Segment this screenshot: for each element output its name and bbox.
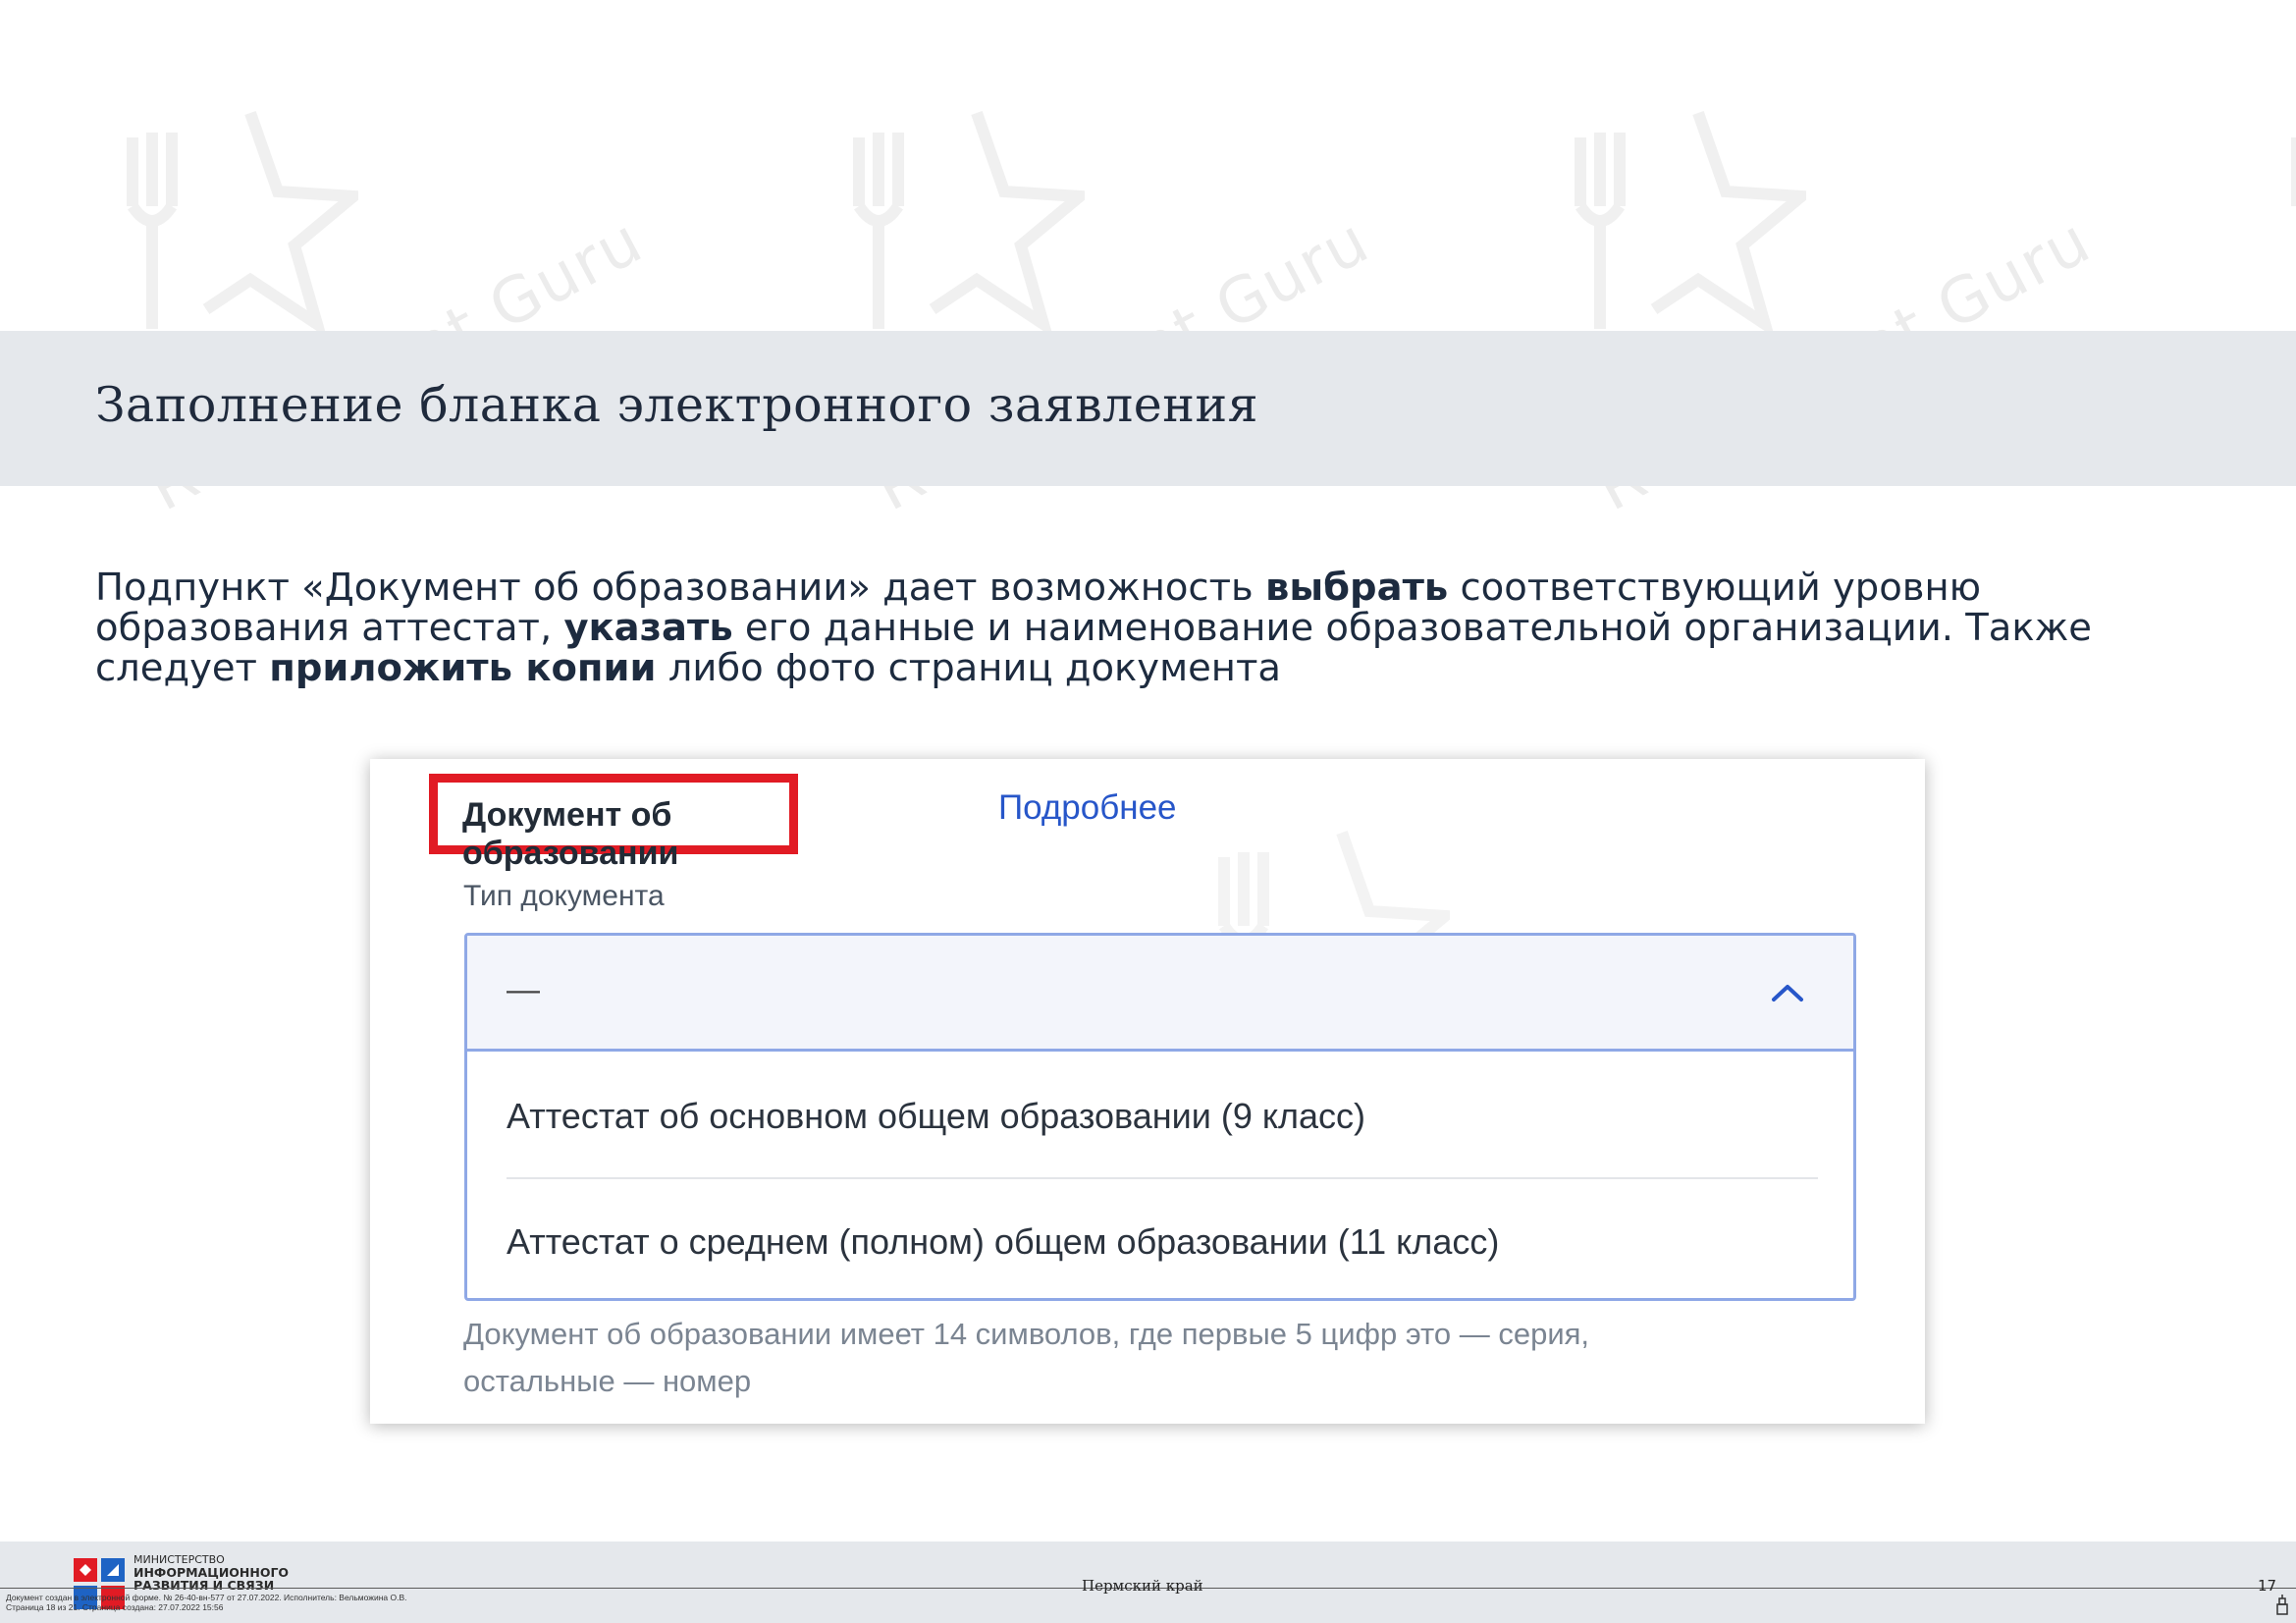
intro-emphasis: выбрать xyxy=(1264,566,1449,610)
option-label: Аттестат о среднем (полном) общем образо… xyxy=(507,1221,1500,1262)
slide-page: Restaurant Guru Restaurant Guru Restaura… xyxy=(0,0,2296,1623)
intro-text: Подпункт «Документ об образовании» дает … xyxy=(95,566,1265,610)
ministry-line: РАЗВИТИЯ И СВЯЗИ xyxy=(133,1578,275,1593)
page-title: Заполнение бланка электронного заявления xyxy=(95,377,1259,433)
select-header[interactable]: — xyxy=(467,936,1853,1052)
intro-text: следует xyxy=(95,646,270,690)
section-highlight-frame: Документ об образовании xyxy=(429,774,798,872)
intro-text: либо фото страниц документа xyxy=(656,646,1281,690)
watermark-star-fork-icon xyxy=(1541,98,1817,344)
intro-emphasis: указать xyxy=(563,606,733,650)
intro-emphasis: приложить копии xyxy=(269,646,657,690)
hint-text: остальные — номер xyxy=(463,1364,752,1398)
page-number: 17 xyxy=(2258,1577,2277,1595)
chevron-up-icon[interactable] xyxy=(1771,983,1804,1002)
title-band: Заполнение бланка электронного заявления xyxy=(0,331,2296,486)
region-label: Пермский край xyxy=(1082,1577,1203,1595)
watermark-star-fork-icon xyxy=(2258,98,2296,344)
document-type-label: Тип документа xyxy=(463,880,665,912)
footer: МИНИСТЕРСТВО ИНФОРМАЦИОННОГО РАЗВИТИЯ И … xyxy=(0,1542,2296,1623)
select-option[interactable]: Аттестат об основном общем образовании (… xyxy=(467,1055,1853,1177)
hint-text: Документ об образовании имеет 14 символо… xyxy=(463,1317,1590,1351)
intro-text: соответствующий уровню xyxy=(1448,566,1982,610)
stamp-icon xyxy=(2276,1595,2288,1615)
form-screenshot-card: Документ об образовании Подробнее Тип до… xyxy=(370,759,1925,1424)
intro-text: образования аттестат, xyxy=(95,606,564,650)
option-divider xyxy=(507,1177,1818,1179)
select-current-value: — xyxy=(507,971,540,1008)
field-hint: Документ об образовании имеет 14 символо… xyxy=(463,1311,1739,1405)
select-option[interactable]: Аттестат о среднем (полном) общем образо… xyxy=(467,1180,1853,1298)
doc-meta-line: Документ создан в электронной форме. № 2… xyxy=(6,1593,407,1602)
watermark-star-fork-icon xyxy=(820,98,1095,344)
more-info-link[interactable]: Подробнее xyxy=(998,788,1177,828)
ministry-name: МИНИСТЕРСТВО ИНФОРМАЦИОННОГО РАЗВИТИЯ И … xyxy=(133,1553,289,1592)
document-type-select[interactable]: — Аттестат об основном общем образовании… xyxy=(464,933,1856,1301)
intro-text: его данные и наименование образовательно… xyxy=(732,606,2092,650)
watermark-star-fork-icon xyxy=(93,98,369,344)
section-title: Документ об образовании xyxy=(462,796,679,872)
intro-paragraph: Подпункт «Документ об образовании» дает … xyxy=(95,568,2225,688)
doc-meta-line: Страница 18 из 21. Страница создана: 27.… xyxy=(6,1602,224,1612)
document-metadata: Документ создан в электронной форме. № 2… xyxy=(6,1593,407,1612)
option-label: Аттестат об основном общем образовании (… xyxy=(507,1096,1366,1136)
